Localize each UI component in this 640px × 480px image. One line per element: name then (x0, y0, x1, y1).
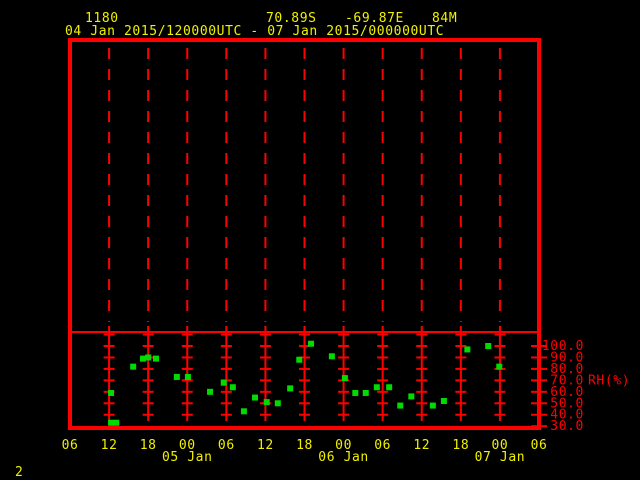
data-point (153, 356, 159, 362)
data-point (496, 364, 502, 370)
data-point (386, 384, 392, 390)
data-point (287, 385, 293, 391)
meteogram-screen: 1180 70.89S -69.87E 84M 04 Jan 2015/1200… (0, 0, 640, 480)
data-point (145, 354, 151, 360)
data-point (275, 400, 281, 406)
x-tick-label: 06 (62, 438, 79, 453)
x-tick-label: 18 (140, 438, 157, 453)
x-tick-label: 12 (413, 438, 430, 453)
meteogram-chart: 100.090.080.070.060.050.040.030.0RH(%)06… (0, 0, 640, 480)
data-point (464, 346, 470, 352)
data-point (308, 341, 314, 347)
data-point (441, 398, 447, 404)
data-point (485, 343, 491, 349)
data-point (397, 403, 403, 409)
x-tick-label: 18 (296, 438, 313, 453)
data-point (140, 356, 146, 362)
data-point (207, 389, 213, 395)
data-point (108, 390, 114, 396)
x-tick-label: 06 (531, 438, 548, 453)
data-point (352, 390, 358, 396)
data-point (342, 375, 348, 381)
x-tick-label: 06 (374, 438, 391, 453)
data-point (241, 408, 247, 414)
x-date-label: 05 Jan (162, 450, 213, 465)
data-point (296, 357, 302, 363)
y-tick-label: 30.0 (550, 419, 584, 434)
data-point (374, 384, 380, 390)
data-point (130, 364, 136, 370)
data-point (108, 420, 114, 426)
x-date-label: 06 Jan (318, 450, 369, 465)
x-date-label: 07 Jan (475, 450, 526, 465)
x-tick-label: 12 (101, 438, 118, 453)
y-axis-title: RH(%) (588, 373, 630, 388)
data-point (113, 420, 119, 426)
x-tick-label: 06 (218, 438, 235, 453)
data-point (430, 403, 436, 409)
data-point (329, 353, 335, 359)
x-tick-label: 12 (257, 438, 274, 453)
x-tick-label: 18 (452, 438, 469, 453)
data-point (363, 390, 369, 396)
data-point (230, 384, 236, 390)
data-point (185, 374, 191, 380)
data-point (221, 380, 227, 386)
data-point (174, 374, 180, 380)
data-point (264, 399, 270, 405)
data-point (252, 395, 258, 401)
data-point (408, 393, 414, 399)
